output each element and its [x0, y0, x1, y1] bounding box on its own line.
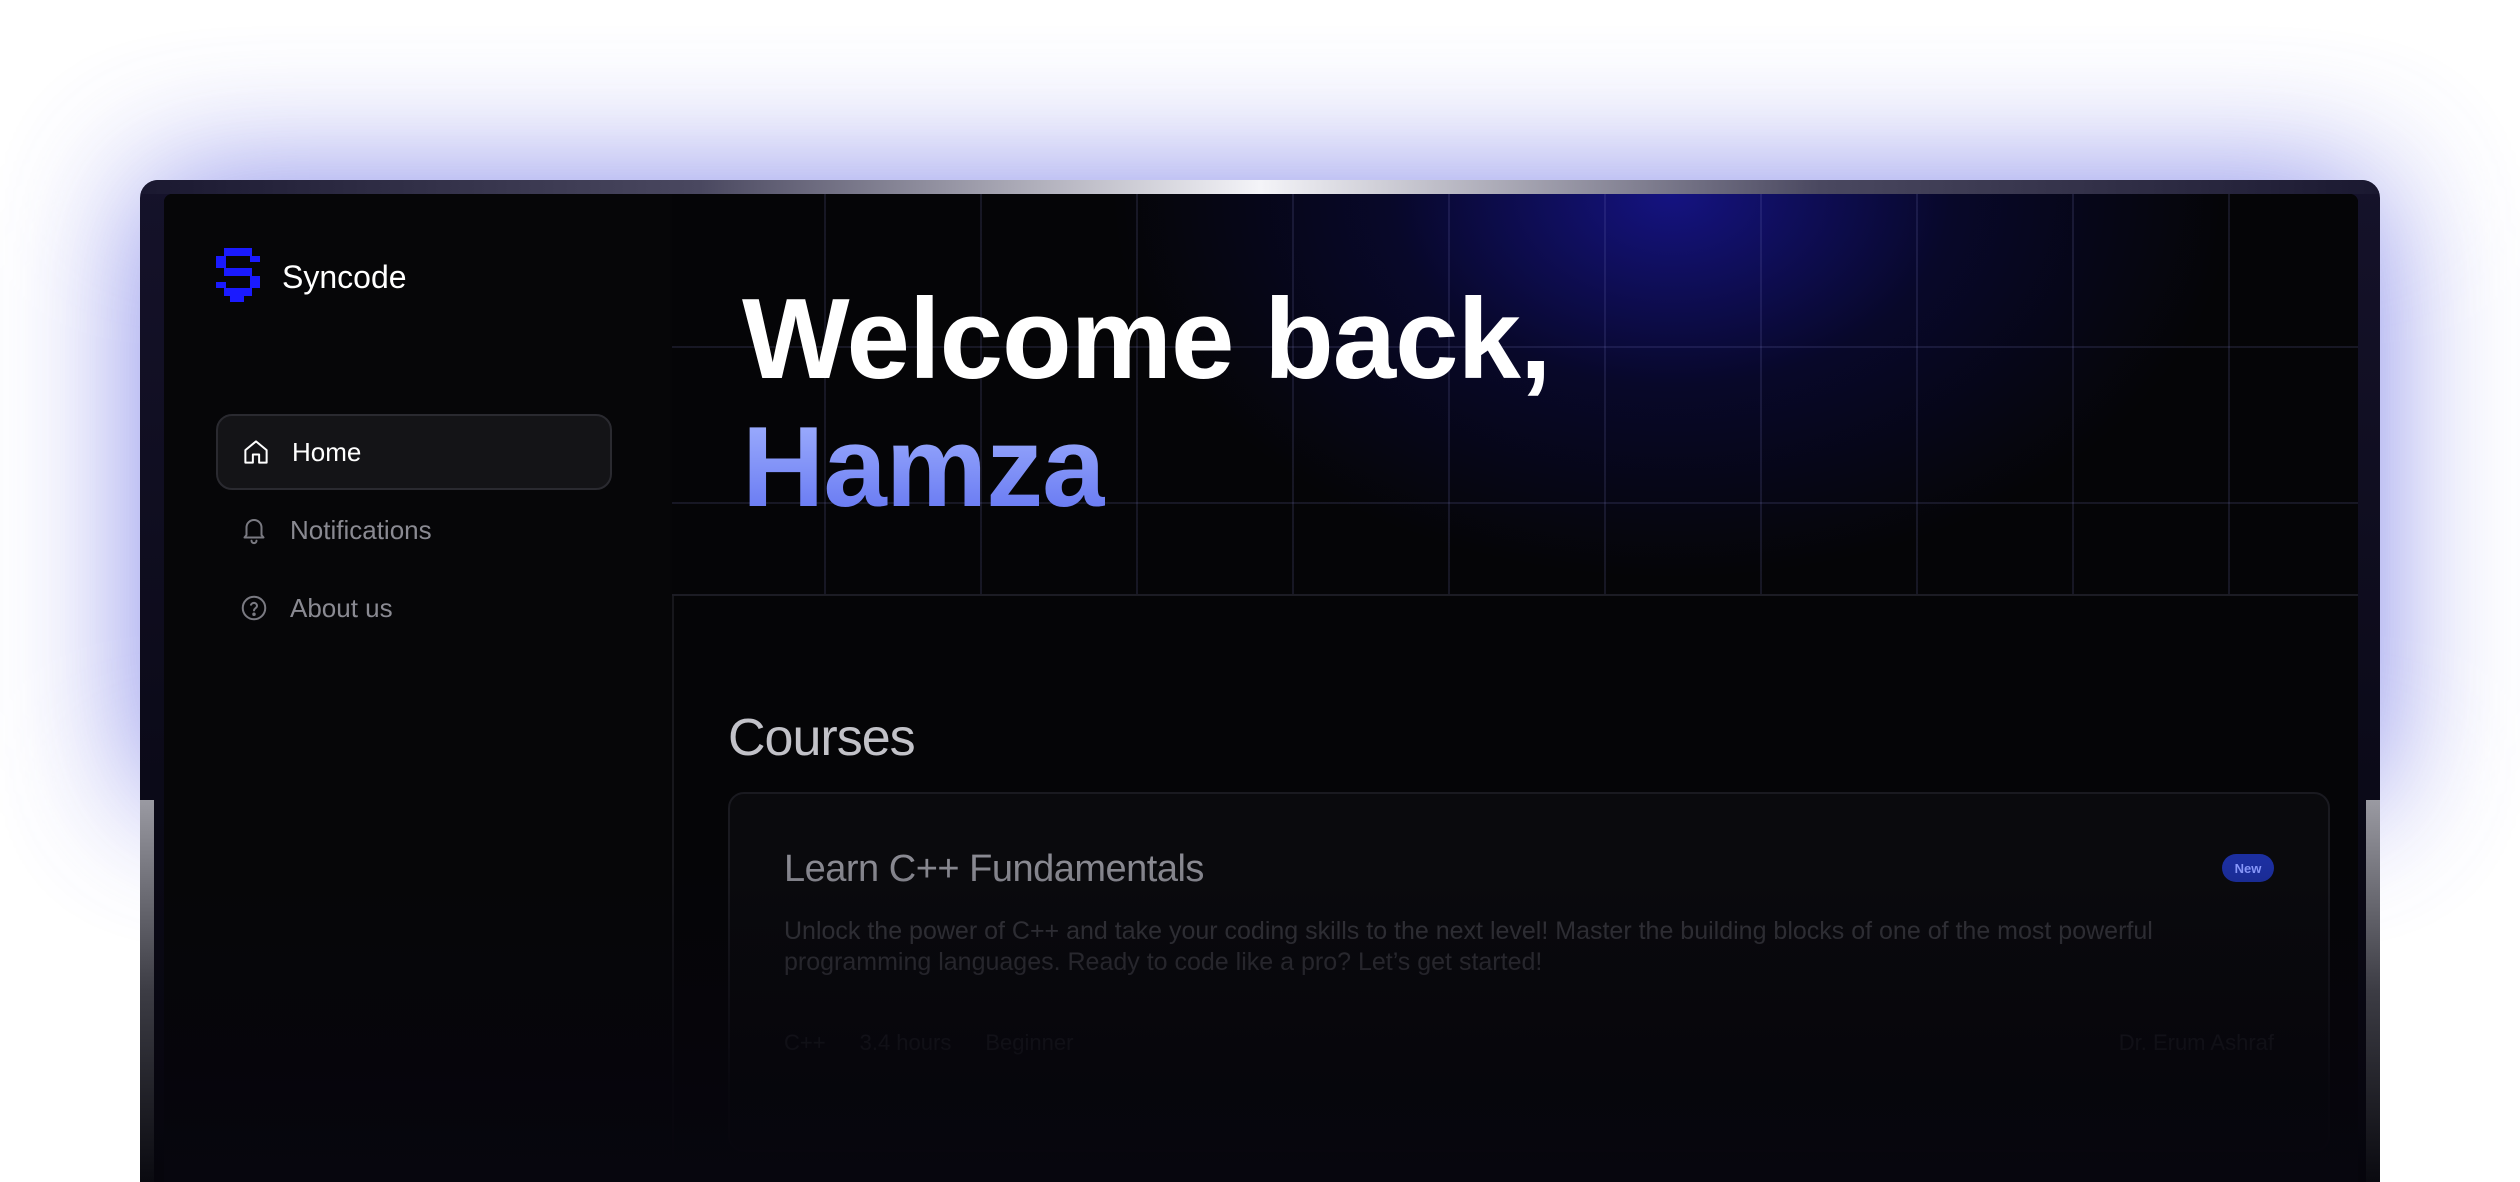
welcome-heading: Welcome back,	[742, 276, 1552, 403]
courses-heading: Courses	[728, 709, 916, 767]
bell-icon	[238, 514, 270, 546]
new-badge: New	[2222, 854, 2274, 882]
sidebar-item-label: Home	[292, 436, 362, 467]
brand[interactable]: Syncode	[216, 248, 407, 307]
syncode-logo-icon	[216, 248, 260, 307]
course-author: Dr. Erum Ashraf	[2118, 1030, 2274, 1055]
sidebar: Syncode Home Notifications About us	[164, 194, 674, 1182]
user-name-heading: Hamza	[742, 404, 1105, 531]
frame-top-highlight	[140, 180, 2380, 194]
sidebar-item-about[interactable]: About us	[216, 570, 612, 646]
course-card[interactable]: Learn C++ Fundamentals New Unlock the po…	[728, 792, 2330, 1152]
home-icon	[240, 436, 272, 468]
sidebar-item-home[interactable]: Home	[216, 414, 612, 490]
sidebar-item-label: Notifications	[290, 514, 432, 545]
course-duration-tag: 3.4 hours	[859, 1030, 952, 1055]
app-window: Syncode Home Notifications About us Welc…	[164, 194, 2358, 1182]
welcome-hero: Welcome back, Hamza	[672, 194, 2358, 596]
sidebar-item-label: About us	[290, 592, 393, 623]
course-level-tag: Beginner	[985, 1030, 1074, 1055]
frame-right-edge	[2366, 800, 2380, 1182]
course-tags: C++ 3.4 hours Beginner	[784, 1030, 1073, 1056]
course-description: Unlock the power of C++ and take your co…	[784, 917, 2153, 976]
brand-name: Syncode	[282, 259, 407, 295]
course-title: Learn C++ Fundamentals	[784, 848, 1204, 890]
frame-left-edge	[140, 800, 154, 1182]
sidebar-item-notifications[interactable]: Notifications	[216, 492, 612, 568]
course-language-tag: C++	[784, 1030, 826, 1055]
help-circle-icon	[238, 592, 270, 624]
